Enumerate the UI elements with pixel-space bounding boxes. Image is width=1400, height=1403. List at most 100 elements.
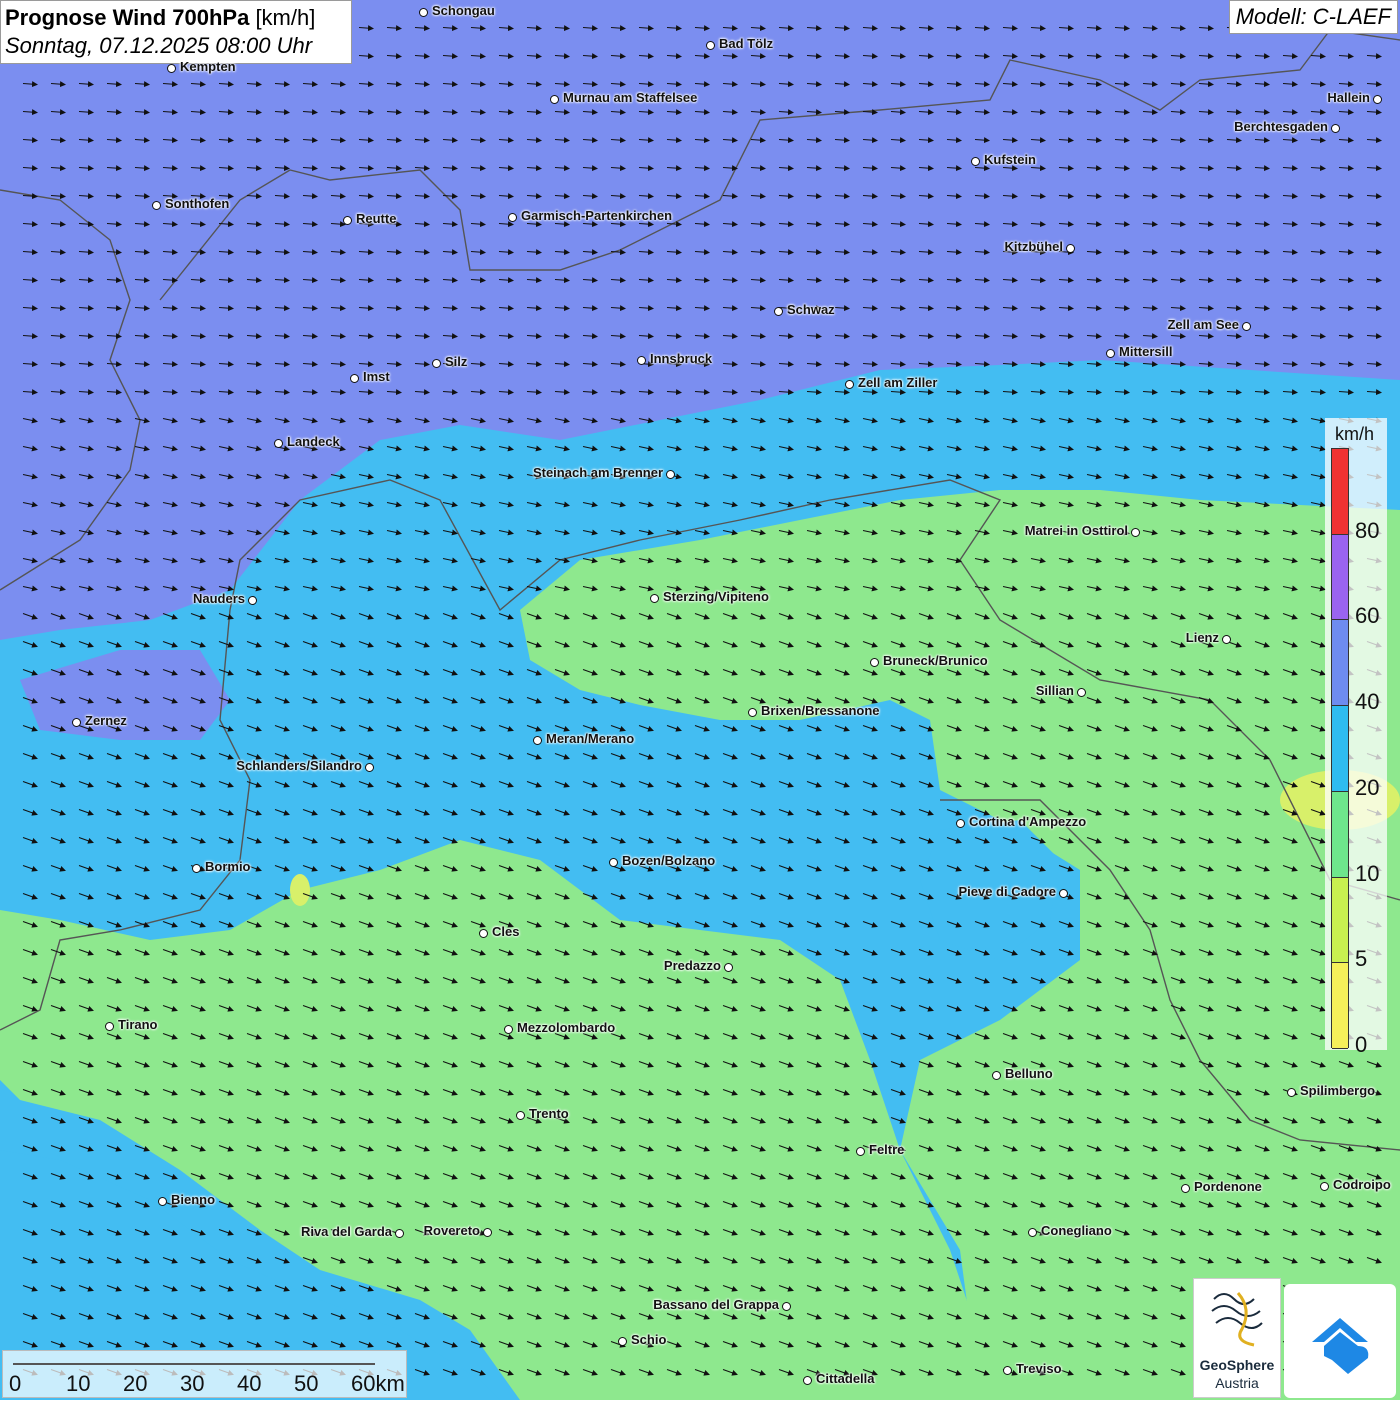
scale-label: 20 (123, 1371, 148, 1396)
city-label: Reutte (356, 211, 397, 226)
city-marker[interactable] (1131, 528, 1140, 537)
model-label: Modell: C-LAEF (1228, 0, 1398, 34)
city-marker[interactable] (706, 41, 715, 50)
city-marker[interactable] (637, 356, 646, 365)
city-marker[interactable] (1059, 889, 1068, 898)
city-label: Bozen/Bolzano (622, 853, 716, 868)
city-marker[interactable] (516, 1111, 525, 1120)
geosphere-logo[interactable]: GeoSphere Austria (1193, 1278, 1281, 1398)
city-label: Codroipo (1333, 1177, 1391, 1192)
city-marker[interactable] (432, 359, 441, 368)
city-label: Tirano (118, 1017, 158, 1032)
city-label: Spilimbergo (1300, 1083, 1376, 1098)
city-label: Brixen/Bressanone (761, 703, 880, 718)
city-marker[interactable] (956, 819, 965, 828)
city-marker[interactable] (419, 8, 428, 17)
legend-tick-label: 0 (1355, 1032, 1368, 1057)
city-marker[interactable] (650, 594, 659, 603)
city-label: Conegliano (1041, 1223, 1112, 1238)
city-marker[interactable] (1222, 635, 1231, 644)
city-label: Sonthofen (165, 196, 230, 211)
city-label: Kitzbühel (1004, 239, 1064, 254)
app-logo[interactable] (1284, 1284, 1396, 1398)
city-marker[interactable] (192, 864, 201, 873)
map-datetime: Sonntag, 07.12.2025 08:00 Uhr (5, 33, 313, 58)
city-marker[interactable] (483, 1228, 492, 1237)
scale-label: 60km (351, 1371, 405, 1396)
city-marker[interactable] (748, 708, 757, 717)
scale-bar: 0 10 20 30 40 50 60km (2, 1350, 407, 1398)
city-marker[interactable] (992, 1071, 1001, 1080)
scale-label: 30 (180, 1371, 205, 1396)
city-marker[interactable] (803, 1376, 812, 1385)
city-marker[interactable] (350, 374, 359, 383)
city-marker[interactable] (479, 929, 488, 938)
city-marker[interactable] (504, 1025, 513, 1034)
city-marker[interactable] (343, 216, 352, 225)
city-marker[interactable] (158, 1197, 167, 1206)
scale-line (13, 1363, 375, 1365)
city-label: Bormio (205, 859, 251, 874)
city-label: Cittadella (816, 1371, 875, 1386)
legend-tick-label: 5 (1355, 946, 1368, 972)
city-label: Innsbruck (650, 351, 713, 366)
city-label: Bienno (171, 1192, 216, 1207)
map-title: Prognose Wind 700hPa [km/h] (5, 5, 316, 30)
city-marker[interactable] (274, 439, 283, 448)
city-marker[interactable] (1077, 688, 1086, 697)
city-marker[interactable] (1003, 1366, 1012, 1375)
city-marker[interactable] (856, 1147, 865, 1156)
city-label: Murnau am Staffelsee (563, 90, 698, 105)
city-marker[interactable] (72, 718, 81, 727)
city-label: Zell am See (1167, 317, 1239, 332)
city-label: Landeck (287, 434, 340, 449)
city-label: Pordenone (1194, 1179, 1262, 1194)
legend-tick-label: 60 (1355, 603, 1380, 629)
city-marker[interactable] (870, 658, 879, 667)
city-label: Zell am Ziller (858, 375, 938, 390)
legend-swatch (1332, 449, 1348, 535)
city-marker[interactable] (609, 858, 618, 867)
city-marker[interactable] (248, 596, 257, 605)
city-marker[interactable] (395, 1229, 404, 1238)
city-marker[interactable] (1320, 1182, 1329, 1191)
city-marker[interactable] (167, 64, 176, 73)
city-label: Rovereto (423, 1223, 480, 1238)
city-marker[interactable] (1242, 322, 1251, 331)
city-marker[interactable] (1287, 1088, 1296, 1097)
city-label: Steinach am Brenner (532, 465, 663, 480)
city-marker[interactable] (971, 157, 980, 166)
city-marker[interactable] (533, 736, 542, 745)
city-marker[interactable] (774, 307, 783, 316)
city-marker[interactable] (782, 1302, 791, 1311)
city-marker[interactable] (1066, 244, 1075, 253)
city-label: Berchtesgaden (1234, 119, 1328, 134)
scale-label: 0 (9, 1371, 22, 1396)
city-marker[interactable] (105, 1022, 114, 1031)
city-label: Pieve di Cadore (958, 884, 1056, 899)
city-marker[interactable] (1331, 124, 1340, 133)
city-label: Belluno (1005, 1066, 1053, 1081)
city-label: Schlanders/Silandro (236, 758, 362, 773)
city-marker[interactable] (365, 763, 374, 772)
city-marker[interactable] (666, 470, 675, 479)
city-marker[interactable] (1181, 1184, 1190, 1193)
city-label: Bruneck/Brunico (883, 653, 988, 668)
city-label: Mezzolombardo (517, 1020, 616, 1035)
city-label: Schongau (432, 3, 495, 18)
city-label: Hallein (1327, 90, 1370, 105)
city-marker[interactable] (724, 963, 733, 972)
app-logo-icon (1312, 1318, 1369, 1374)
city-marker[interactable] (1028, 1228, 1037, 1237)
city-marker[interactable] (1373, 95, 1382, 104)
city-label: Sillian (1035, 683, 1074, 698)
city-marker[interactable] (550, 95, 559, 104)
city-marker[interactable] (152, 201, 161, 210)
city-marker[interactable] (618, 1337, 627, 1346)
legend-swatch (1332, 706, 1348, 792)
city-marker[interactable] (845, 380, 854, 389)
city-marker[interactable] (508, 213, 517, 222)
legend-swatch (1332, 963, 1348, 1049)
city-label: Meran/Merano (546, 731, 635, 746)
city-marker[interactable] (1106, 349, 1115, 358)
